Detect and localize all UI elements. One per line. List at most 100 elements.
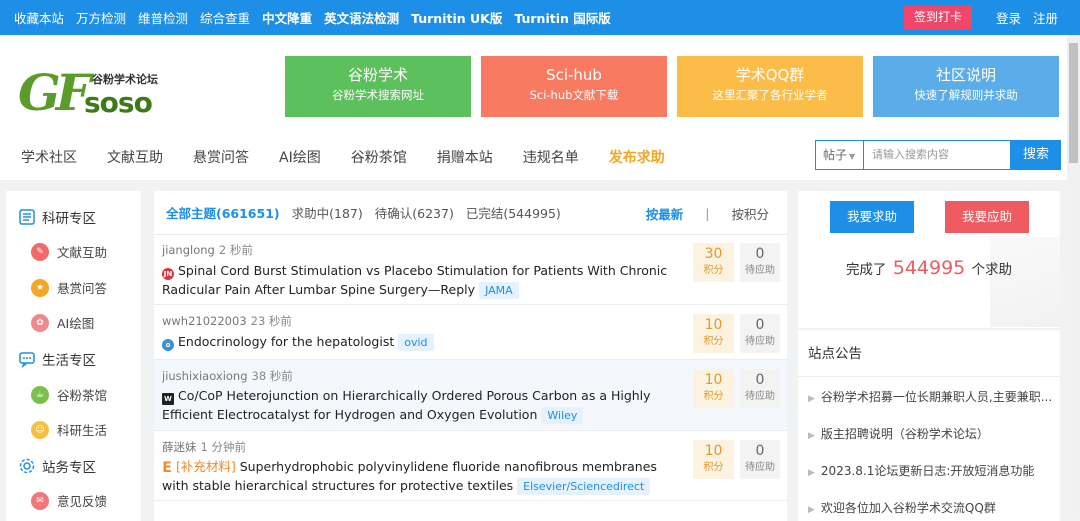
ask-for-help-button[interactable]: 我要求助 <box>830 201 914 233</box>
thread-user[interactable]: 薛迷妹 <box>162 440 197 454</box>
sidebar-item-label: AI绘图 <box>57 316 95 331</box>
publisher-tag[interactable]: ovid <box>398 334 434 351</box>
tab-pending[interactable]: 待确认(6237) <box>375 203 454 222</box>
card-qq-group[interactable]: 学术QQ群 这里汇聚了各行业学者 <box>677 56 863 117</box>
thread-title[interactable]: JN Spinal Cord Burst Stimulation vs Place… <box>162 261 682 299</box>
thread-title-text: Spinal Cord Burst Stimulation vs Placebo… <box>162 263 668 297</box>
subnav-donate[interactable]: 捐赠本站 <box>437 147 493 167</box>
thread-meta: wwh21022003 23 秒前 <box>162 313 292 329</box>
notice-item[interactable]: ▶ 谷粉学术招募一位长期兼职人员,主要兼职... <box>808 388 1056 405</box>
tab-seeking[interactable]: 求助中(187) <box>292 203 363 222</box>
checkin-button[interactable]: 签到打卡 <box>903 5 972 30</box>
sub-nav: 学术社区 文献互助 悬赏问答 AI绘图 谷粉茶馆 捐赠本站 违规名单 发布求助 <box>21 147 695 167</box>
thread-meta: 薛迷妹 1 分钟前 <box>162 439 246 455</box>
points-label: 积分 <box>703 336 724 347</box>
notice-item[interactable]: ▶ 欢迎各位加入谷粉学术交流QQ群 <box>808 499 1056 516</box>
filter-tabs: 全部主题(661651) 求助中(187) 待确认(6237) 已完结(5449… <box>154 191 787 235</box>
top-nav-grammar[interactable]: 英文语法检测 <box>324 8 399 27</box>
literature-icon: ✎ <box>31 242 49 261</box>
publisher-tag[interactable]: JAMA <box>479 282 519 299</box>
responders-label: 待应助 <box>745 462 775 473</box>
sidebar-item-research-life[interactable]: ☺ 科研生活 <box>31 420 107 439</box>
points-value: 10 <box>704 443 723 459</box>
list-icon <box>19 209 35 225</box>
subnav-literature[interactable]: 文献互助 <box>107 147 163 167</box>
top-right: 签到打卡 登录 注册 <box>903 0 1058 35</box>
responders-value: 0 <box>755 317 765 333</box>
notice-item[interactable]: ▶ 2023.8.1论坛更新日志:开放短消息功能 <box>808 462 1056 479</box>
login-link[interactable]: 登录 <box>996 8 1021 27</box>
sidebar-group-admin[interactable]: 站务专区 <box>18 456 96 476</box>
sidebar-item-label: 谷粉茶馆 <box>57 388 108 403</box>
top-nav-wanfang[interactable]: 万方检测 <box>76 8 126 27</box>
teahouse-icon: ☕ <box>31 385 49 404</box>
table-row[interactable]: wwh21022003 23 秒前 o Endocrinology for the … <box>154 305 787 360</box>
card-title: Sci-hub <box>546 66 602 84</box>
chevron-right-icon: ▶ <box>808 468 815 478</box>
thread-time: 38 秒前 <box>251 369 293 383</box>
subnav-ai-draw[interactable]: AI绘图 <box>279 147 321 167</box>
sidebar-item-bounty[interactable]: ★ 悬赏问答 <box>31 278 107 297</box>
site-logo[interactable]: GF 谷粉学术论坛 soso <box>18 65 178 121</box>
ovid-icon: o <box>162 339 174 351</box>
thread-user[interactable]: jiushixiaoxiong <box>162 369 248 383</box>
header: GF 谷粉学术论坛 soso 谷粉学术 谷粉学术搜索网址 Sci-hub Sci… <box>0 35 1080 180</box>
top-nav-turnitin-intl[interactable]: Turnitin 国际版 <box>514 8 610 27</box>
sidebar-item-label: 文献互助 <box>57 245 108 260</box>
search-input[interactable]: 请输入搜索内容 <box>863 140 1011 170</box>
thread-title[interactable]: W Co/CoP Heterojunction on Hierarchically… <box>162 386 682 424</box>
top-nav-weipu[interactable]: 维普检测 <box>138 8 188 27</box>
sidebar-group-research[interactable]: 科研专区 <box>18 207 96 227</box>
subnav-blacklist[interactable]: 违规名单 <box>523 147 579 167</box>
tab-done[interactable]: 已完结(544995) <box>466 203 561 222</box>
top-nav-rewrite[interactable]: 中文降重 <box>262 8 312 27</box>
research-life-icon: ☺ <box>31 420 49 439</box>
thread-user[interactable]: jianglong <box>162 243 215 257</box>
page-scrollbar[interactable] <box>1067 35 1080 515</box>
sidebar-item-ai-draw[interactable]: ✿ AI绘图 <box>31 313 94 332</box>
search-type-select[interactable]: 帖子 ▼ <box>815 140 863 170</box>
subnav-post-request[interactable]: 发布求助 <box>609 147 665 167</box>
thread-title[interactable]: E [补充材料] Superhydrophobic polyvinylidene … <box>162 457 682 495</box>
subnav-community[interactable]: 学术社区 <box>21 147 77 167</box>
top-nav-favorite[interactable]: 收藏本站 <box>14 8 64 27</box>
table-row[interactable]: jianglong 2 秒前 JN Spinal Cord Burst Stimul… <box>154 235 787 305</box>
card-community[interactable]: 社区说明 快速了解规则并求助 <box>873 56 1059 117</box>
top-nav-turnitin-uk[interactable]: Turnitin UK版 <box>411 8 502 27</box>
search-button[interactable]: 搜索 <box>1011 140 1061 170</box>
sidebar-group-life[interactable]: 生活专区 <box>18 349 96 369</box>
trophy-icon: ★ <box>31 278 49 297</box>
card-scihub[interactable]: Sci-hub Sci-hub文献下载 <box>481 56 667 117</box>
notice-item[interactable]: ▶ 版主招聘说明（谷粉学术论坛） <box>808 425 1056 442</box>
points-badge: 10 积分 <box>693 314 734 353</box>
card-gufen[interactable]: 谷粉学术 谷粉学术搜索网址 <box>285 56 471 117</box>
site-notice-panel: 站点公告 ▶ 谷粉学术招募一位长期兼职人员,主要兼职... ▶ 版主招聘说明（谷粉学… <box>798 330 1060 521</box>
top-nav-plagiarism[interactable]: 综合查重 <box>200 8 250 27</box>
responders-badge: 0 待应助 <box>740 440 780 479</box>
chevron-down-icon: ▼ <box>849 152 856 161</box>
sidebar-item-teahouse[interactable]: ☕ 谷粉茶馆 <box>31 385 107 404</box>
responders-badge: 0 待应助 <box>740 314 780 353</box>
sidebar-item-label: 意见反馈 <box>57 494 108 509</box>
register-link[interactable]: 注册 <box>1033 8 1058 27</box>
table-row[interactable]: 薛迷妹 1 分钟前 E [补充材料] Superhydrophobic polyvi… <box>154 431 787 501</box>
subnav-bounty[interactable]: 悬赏问答 <box>193 147 249 167</box>
sort-points[interactable]: 按积分 <box>731 204 769 223</box>
table-row[interactable]: jiushixiaoxiong 38 秒前 W Co/CoP Heterojunct… <box>154 360 787 431</box>
scrollbar-thumb[interactable] <box>1069 43 1078 163</box>
sidebar-item-feedback[interactable]: ✉ 意见反馈 <box>31 491 107 510</box>
sidebar-item-literature[interactable]: ✎ 文献互助 <box>31 242 107 261</box>
request-stats-panel: 我要求助 我要应助 完成了 544995 个求助 <box>798 191 1060 328</box>
thread-list: 全部主题(661651) 求助中(187) 待确认(6237) 已完结(5449… <box>154 191 787 521</box>
thread-user[interactable]: wwh21022003 <box>162 314 247 328</box>
publisher-tag[interactable]: Elsevier/Sciencedirect <box>517 478 651 495</box>
points-value: 10 <box>704 372 723 388</box>
publisher-tag[interactable]: Wiley <box>541 407 584 424</box>
tab-all[interactable]: 全部主题(661651) <box>166 203 280 222</box>
subnav-teahouse[interactable]: 谷粉茶馆 <box>351 147 407 167</box>
sort-newest[interactable]: 按最新 <box>646 204 684 223</box>
logo-gf: GF <box>18 63 91 122</box>
thread-title[interactable]: o Endocrinology for the hepatologist ovid <box>162 332 682 351</box>
notice-title: 站点公告 <box>808 346 862 362</box>
offer-help-button[interactable]: 我要应助 <box>945 201 1029 233</box>
